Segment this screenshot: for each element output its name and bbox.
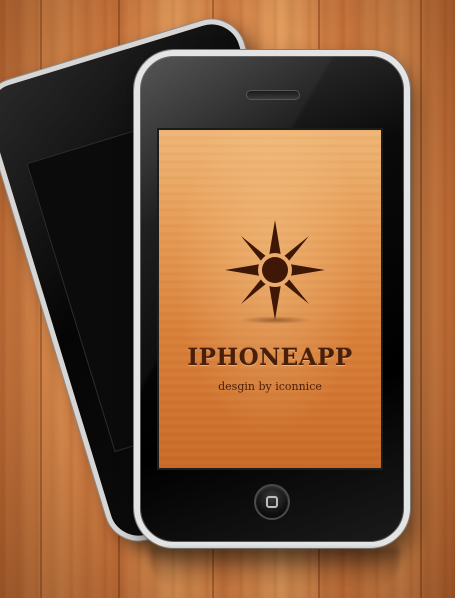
- phone-reflection: [150, 548, 400, 588]
- home-square-icon: [266, 496, 278, 508]
- home-button[interactable]: [254, 484, 290, 520]
- sun-icon: [225, 220, 325, 320]
- phone-screen[interactable]: IPHONEAPP desgin by iconnice: [157, 128, 383, 470]
- app-title: IPHONEAPP: [187, 344, 353, 371]
- earpiece-speaker: [246, 90, 300, 100]
- app-subtitle: desgin by iconnice: [218, 380, 322, 393]
- front-phone: IPHONEAPP desgin by iconnice: [134, 50, 410, 548]
- logo-shadow: [239, 316, 311, 324]
